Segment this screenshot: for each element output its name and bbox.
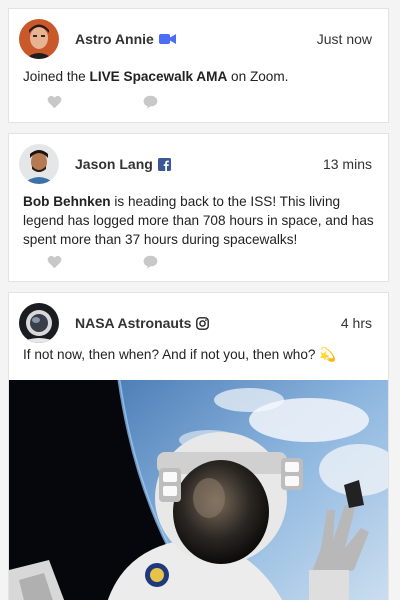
post-header: Astro Annie Just now — [19, 19, 372, 59]
heart-icon[interactable] — [47, 255, 62, 269]
post-text: on Zoom. — [227, 69, 289, 84]
post-card-nasa-astronauts: NASA Astronauts 4 hrs If not now, then w… — [8, 292, 389, 600]
author-name[interactable]: Jason Lang — [75, 156, 171, 172]
author-name-label: Jason Lang — [75, 156, 153, 172]
heart-icon[interactable] — [47, 95, 62, 109]
post-body: Joined the LIVE Spacewalk AMA on Zoom. — [23, 67, 376, 86]
author-name[interactable]: Astro Annie — [75, 31, 176, 47]
post-text: If not now, then when? And if not you, t… — [23, 347, 337, 362]
post-body: Bob Behnken is heading back to the ISS! … — [23, 192, 376, 249]
astronaut-spacewalk-photo[interactable] — [9, 380, 388, 600]
avatar[interactable] — [19, 144, 59, 184]
post-text-bold: LIVE Spacewalk AMA — [89, 69, 228, 84]
author-name-label: Astro Annie — [75, 31, 154, 47]
post-time: Just now — [316, 31, 372, 47]
post-header: Jason Lang 13 mins — [19, 144, 372, 184]
avatar[interactable] — [19, 303, 59, 343]
post-time: 13 mins — [322, 156, 372, 172]
instagram-icon — [196, 316, 210, 330]
post-time: 4 hrs — [340, 315, 372, 331]
post-body: If not now, then when? And if not you, t… — [23, 345, 376, 364]
author-name-label: NASA Astronauts — [75, 315, 192, 331]
comment-icon[interactable] — [143, 255, 158, 269]
post-text: Joined the — [23, 69, 90, 84]
avatar[interactable] — [19, 19, 59, 59]
post-text-bold: Bob Behnken — [23, 194, 111, 209]
video-camera-icon — [158, 33, 176, 45]
facebook-icon — [157, 157, 171, 171]
post-card-astro-annie: Astro Annie Just now Joined the LIVE Spa… — [8, 8, 389, 123]
comment-icon[interactable] — [143, 95, 158, 109]
post-header: NASA Astronauts 4 hrs — [19, 303, 372, 343]
post-card-jason-lang: Jason Lang 13 mins Bob Behnken is headin… — [8, 133, 389, 282]
author-name[interactable]: NASA Astronauts — [75, 315, 210, 331]
